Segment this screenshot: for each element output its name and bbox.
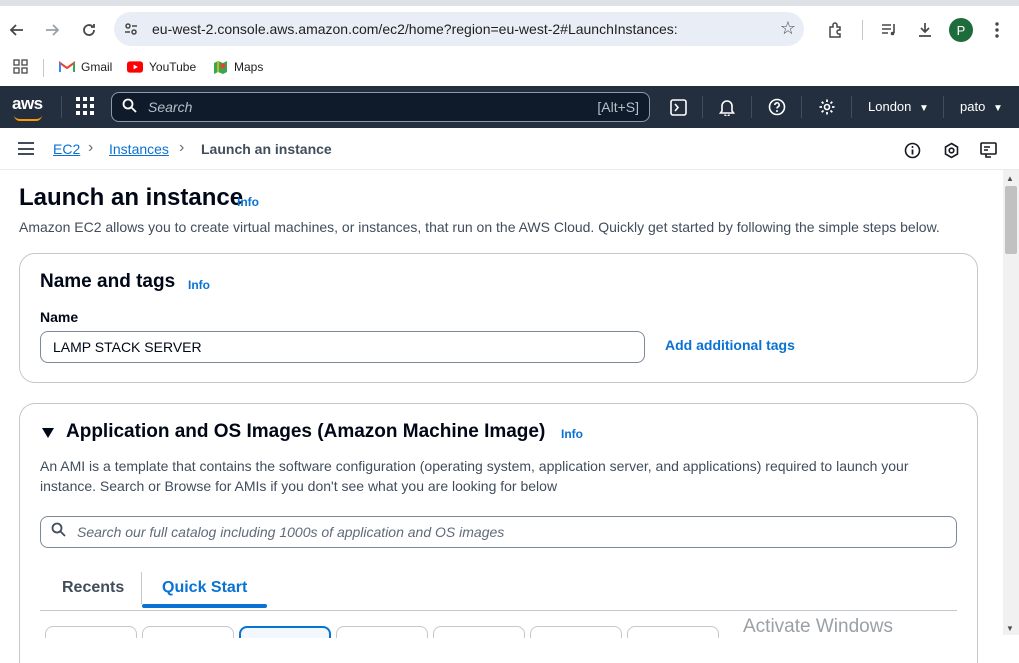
- notifications-bell-icon[interactable]: [716, 96, 738, 118]
- breadcrumb: EC2 › Instances › Launch an instance: [0, 128, 1019, 170]
- bookmark-label: Maps: [234, 60, 264, 74]
- bookmark-gmail[interactable]: Gmail: [59, 59, 112, 75]
- ami-title[interactable]: Application and OS Images (Amazon Machin…: [66, 421, 545, 443]
- name-and-tags-panel: Name and tags Info Name LAMP STACK SERVE…: [19, 253, 978, 383]
- breadcrumb-current: Launch an instance: [201, 141, 332, 157]
- bookmark-star-icon[interactable]: ☆: [780, 18, 796, 39]
- account-username: pato: [960, 99, 986, 114]
- services-grid-icon[interactable]: [76, 97, 94, 115]
- site-settings-icon[interactable]: [122, 20, 140, 38]
- breadcrumb-ec2[interactable]: EC2: [53, 141, 80, 157]
- tab-quick-start[interactable]: Quick Start: [162, 579, 247, 597]
- quick-start-card-selected[interactable]: [239, 626, 331, 638]
- instance-name-field[interactable]: LAMP STACK SERVER: [40, 331, 645, 363]
- quick-start-card[interactable]: [433, 626, 525, 638]
- toolbar-divider: [862, 20, 863, 40]
- search-icon: [122, 98, 137, 117]
- name-tags-info-link[interactable]: Info: [188, 278, 210, 292]
- caret-down-icon: ▼: [919, 103, 929, 114]
- quick-start-card[interactable]: [530, 626, 622, 638]
- youtube-icon: [127, 59, 143, 75]
- quick-start-card[interactable]: [142, 626, 234, 638]
- scrollbar-thumb[interactable]: [1005, 186, 1017, 254]
- aws-top-nav: aws Search [Alt+S] London ▼ pato ▼: [0, 86, 1019, 128]
- back-arrow-icon[interactable]: [3, 16, 31, 44]
- ami-search-placeholder: Search our full catalog including 1000s …: [77, 524, 505, 540]
- quick-start-card[interactable]: [45, 626, 137, 638]
- url-text[interactable]: eu-west-2.console.aws.amazon.com/ec2/hom…: [152, 21, 678, 37]
- page-info-link[interactable]: Info: [237, 195, 259, 209]
- bookmark-youtube[interactable]: YouTube: [127, 59, 196, 75]
- nav-divider: [702, 96, 703, 118]
- cloudshell-icon[interactable]: [667, 96, 689, 118]
- page-title: Launch an instance: [19, 184, 244, 211]
- feedback-screen-icon[interactable]: [979, 140, 999, 160]
- gmail-icon: [59, 59, 75, 75]
- tab-divider: [141, 572, 142, 604]
- side-nav-menu-icon[interactable]: [18, 142, 34, 155]
- ami-search-input[interactable]: Search our full catalog including 1000s …: [40, 516, 957, 548]
- scroll-up-icon[interactable]: ▲: [1006, 174, 1014, 183]
- chevron-right-icon: ›: [88, 139, 94, 156]
- ami-description: An AMI is a template that contains the s…: [40, 458, 909, 494]
- browser-toolbar: eu-west-2.console.aws.amazon.com/ec2/hom…: [0, 0, 1019, 52]
- reload-icon[interactable]: [75, 16, 103, 44]
- settings-gear-icon[interactable]: [816, 96, 838, 118]
- info-circle-icon[interactable]: [902, 140, 922, 160]
- chrome-menu-icon[interactable]: [983, 16, 1011, 44]
- aws-logo-text: aws: [12, 94, 43, 113]
- ami-info-link[interactable]: Info: [561, 427, 583, 441]
- nav-divider: [751, 96, 752, 118]
- name-field-label: Name: [40, 309, 79, 325]
- search-placeholder: Search: [148, 99, 193, 115]
- breadcrumb-instances[interactable]: Instances: [109, 141, 169, 157]
- tabs-divider: [40, 610, 957, 611]
- quick-start-card[interactable]: [336, 626, 428, 638]
- search-shortcut: [Alt+S]: [597, 99, 639, 115]
- media-controls-icon[interactable]: [875, 16, 903, 44]
- tab-recents[interactable]: Recents: [62, 579, 124, 597]
- aws-logo[interactable]: aws: [12, 94, 43, 121]
- bookmark-label: YouTube: [149, 60, 197, 74]
- help-icon[interactable]: [766, 96, 788, 118]
- chevron-right-icon: ›: [179, 139, 185, 156]
- account-menu[interactable]: pato ▼: [960, 99, 1003, 114]
- search-icon: [51, 522, 66, 541]
- nav-divider: [61, 96, 62, 118]
- add-additional-tags-link[interactable]: Add additional tags: [665, 337, 795, 353]
- active-tab-indicator: [142, 604, 267, 608]
- extensions-icon[interactable]: [822, 16, 850, 44]
- hexagon-settings-icon[interactable]: [941, 140, 961, 160]
- aws-search-input[interactable]: Search [Alt+S]: [111, 92, 650, 122]
- collapse-caret-icon[interactable]: [42, 428, 54, 438]
- profile-avatar[interactable]: P: [949, 18, 973, 42]
- apps-grid-icon[interactable]: [13, 59, 28, 74]
- region-label: London: [868, 99, 912, 114]
- name-tags-title: Name and tags: [40, 271, 176, 292]
- region-selector[interactable]: London ▼: [868, 99, 929, 114]
- scroll-down-icon[interactable]: ▼: [1006, 624, 1014, 633]
- address-bar[interactable]: eu-west-2.console.aws.amazon.com/ec2/hom…: [114, 12, 804, 46]
- caret-down-icon: ▼: [992, 103, 1003, 114]
- bookmark-maps[interactable]: Maps: [212, 59, 263, 75]
- nav-divider: [801, 96, 802, 118]
- bookmarks-bar: Gmail YouTube Maps: [0, 52, 1019, 86]
- page-description: Amazon EC2 allows you to create virtual …: [19, 219, 940, 235]
- aws-smile-icon: [14, 115, 42, 121]
- bookmark-label: Gmail: [81, 60, 113, 74]
- forward-arrow-icon[interactable]: [38, 16, 66, 44]
- nav-divider: [943, 96, 944, 118]
- download-icon[interactable]: [911, 16, 939, 44]
- nav-divider: [851, 96, 852, 118]
- maps-icon: [212, 59, 228, 75]
- bookmarks-divider: [43, 59, 44, 77]
- quick-start-card[interactable]: [627, 626, 719, 638]
